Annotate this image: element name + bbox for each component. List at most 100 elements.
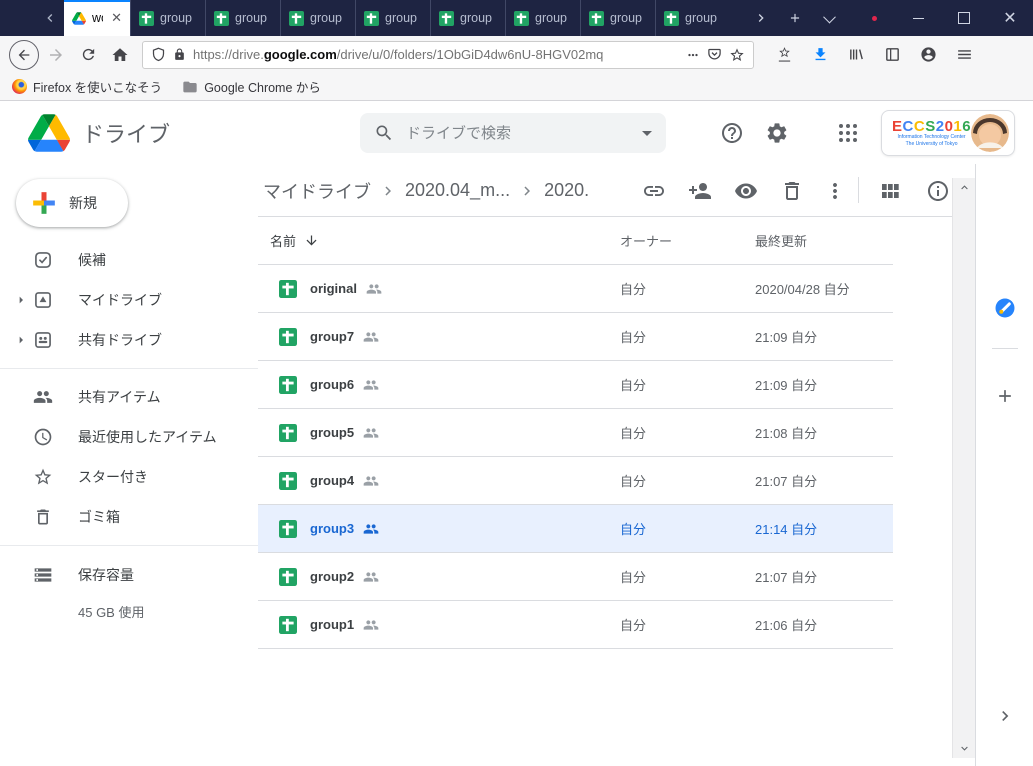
storage-usage: 45 GB 使用 (78, 595, 144, 627)
search-input[interactable] (404, 124, 632, 143)
new-tab-button[interactable] (778, 0, 812, 36)
content-scrollbar[interactable] (952, 178, 975, 758)
sidebars-icon[interactable] (876, 40, 908, 70)
sidebar-item-shared-drives[interactable]: 共有ドライブ (0, 320, 258, 360)
forward-button[interactable] (40, 40, 72, 70)
bookmark-star-icon[interactable] (729, 47, 745, 63)
bookmarks-menu-icon[interactable] (768, 40, 800, 70)
more-actions-icon[interactable] (823, 179, 847, 203)
browser-tab-group[interactable]: group (655, 0, 730, 36)
window-close-button[interactable]: ✕ (987, 0, 1033, 36)
bookmark-folder[interactable]: Google Chrome から (182, 77, 321, 96)
window-maximize-button[interactable] (941, 0, 987, 36)
pocket-icon[interactable] (707, 47, 722, 62)
browser-tab-active[interactable]: wo ✕ (64, 0, 130, 36)
list-all-tabs-icon[interactable] (812, 0, 846, 36)
shared-people-icon (363, 473, 379, 489)
preview-eye-icon[interactable] (734, 179, 758, 203)
browser-tab-group[interactable]: group (505, 0, 580, 36)
get-link-icon[interactable] (642, 179, 666, 203)
sidebar-item-recent[interactable]: 最近使用したアイテム (0, 417, 258, 457)
google-apps-grid-icon[interactable] (839, 124, 857, 142)
account-icon[interactable] (912, 40, 944, 70)
tab-label: group (460, 11, 492, 25)
library-icon[interactable] (840, 40, 872, 70)
back-button[interactable] (8, 40, 40, 70)
breadcrumb-item[interactable]: 2020. (544, 180, 589, 201)
sidebar-item-trash[interactable]: ゴミ箱 (0, 497, 258, 537)
column-header-modified[interactable]: 最終更新 (755, 217, 807, 264)
sidebar-divider (0, 368, 258, 369)
org-name: ECCS2016 (892, 119, 971, 134)
sidebar-item-priority[interactable]: 候補 (0, 240, 258, 280)
collapse-panel-chevron-icon[interactable] (995, 706, 1015, 726)
drive-logo-icon[interactable] (28, 114, 70, 152)
downloads-icon[interactable] (804, 40, 836, 70)
search-icon[interactable] (374, 123, 394, 143)
scroll-down-icon[interactable] (958, 742, 971, 755)
browser-tab-group[interactable]: group (430, 0, 505, 36)
menu-hamburger-icon[interactable] (948, 40, 980, 70)
file-row[interactable]: group4 自分 21:07 自分 (258, 457, 893, 505)
file-row[interactable]: group6 自分 21:09 自分 (258, 361, 893, 409)
expand-arrow-icon[interactable] (13, 332, 29, 348)
file-row[interactable]: original 自分 2020/04/28 自分 (258, 265, 893, 313)
scroll-tabs-right-icon[interactable] (744, 0, 778, 36)
tasks-icon[interactable] (995, 298, 1015, 318)
file-row[interactable]: group1 自分 21:06 自分 (258, 601, 893, 649)
file-modified: 21:09 自分 (755, 361, 817, 408)
file-owner: 自分 (620, 265, 646, 312)
file-row[interactable]: group5 自分 21:08 自分 (258, 409, 893, 457)
file-row[interactable]: group2 自分 21:07 自分 (258, 553, 893, 601)
sidebar-storage-section[interactable]: 保存容量 45 GB 使用 (0, 555, 258, 595)
browser-tab-group[interactable]: group (280, 0, 355, 36)
file-owner: 自分 (620, 361, 646, 408)
sidebar-item-shared-with-me[interactable]: 共有アイテム (0, 377, 258, 417)
browser-tab-group[interactable]: group (205, 0, 280, 36)
window-minimize-button[interactable] (895, 0, 941, 36)
sidebar-item-starred[interactable]: スター付き (0, 457, 258, 497)
google-plus-icon (29, 188, 59, 218)
search-options-caret-icon[interactable] (642, 131, 652, 136)
file-row[interactable]: group3 自分 21:14 自分 (258, 505, 893, 553)
delete-icon[interactable] (780, 179, 804, 203)
tab-label: group (235, 11, 267, 25)
reload-button[interactable] (72, 40, 104, 70)
shared-people-icon (363, 521, 379, 537)
browser-tab-group[interactable]: group (355, 0, 430, 36)
file-row[interactable]: group7 自分 21:09 自分 (258, 313, 893, 361)
bookmark-item[interactable]: Firefox を使いこなそう (12, 77, 162, 96)
chevron-right-icon (518, 182, 536, 200)
home-button[interactable] (104, 40, 136, 70)
folder-toolbar: マイドライブ 2020.04_m... 2020. (258, 164, 952, 217)
add-addon-plus-icon[interactable] (995, 386, 1015, 406)
browser-tab-group[interactable]: group (130, 0, 205, 36)
help-icon[interactable] (720, 121, 744, 145)
share-person-add-icon[interactable] (688, 179, 712, 203)
address-bar[interactable]: https://drive.google.com/drive/u/0/folde… (142, 41, 754, 69)
settings-gear-icon[interactable] (765, 121, 789, 145)
browser-tab-group[interactable]: group (580, 0, 655, 36)
breadcrumb-item[interactable]: 2020.04_m... (405, 180, 510, 201)
new-button[interactable]: 新規 (16, 179, 128, 227)
scroll-up-icon[interactable] (958, 181, 971, 194)
breadcrumb-item[interactable]: マイドライブ (263, 178, 371, 204)
column-header-name[interactable]: 名前 (270, 217, 319, 264)
tab-close-icon[interactable]: ✕ (111, 10, 122, 26)
sidebar-divider (0, 545, 258, 546)
drive-search-box[interactable] (360, 113, 666, 153)
sidebar-item-storage[interactable]: 保存容量 (0, 555, 258, 595)
sort-arrow-down-icon[interactable] (304, 233, 319, 248)
file-name: group4 (310, 473, 354, 488)
expand-arrow-icon[interactable] (13, 292, 29, 308)
tracking-protection-shield-icon[interactable] (151, 47, 166, 62)
account-card[interactable]: ECCS2016 Information Technology CenterTh… (881, 110, 1015, 156)
workspace-side-panel: 31 (975, 164, 1033, 766)
column-header-owner[interactable]: オーナー (620, 217, 672, 264)
info-icon[interactable] (926, 179, 950, 203)
scroll-tabs-left-icon[interactable] (36, 0, 64, 36)
sidebar-item-my-drive[interactable]: マイドライブ (0, 280, 258, 320)
page-actions-icon[interactable] (686, 48, 700, 62)
account-avatar[interactable] (971, 114, 1009, 152)
grid-view-icon[interactable] (878, 179, 902, 203)
